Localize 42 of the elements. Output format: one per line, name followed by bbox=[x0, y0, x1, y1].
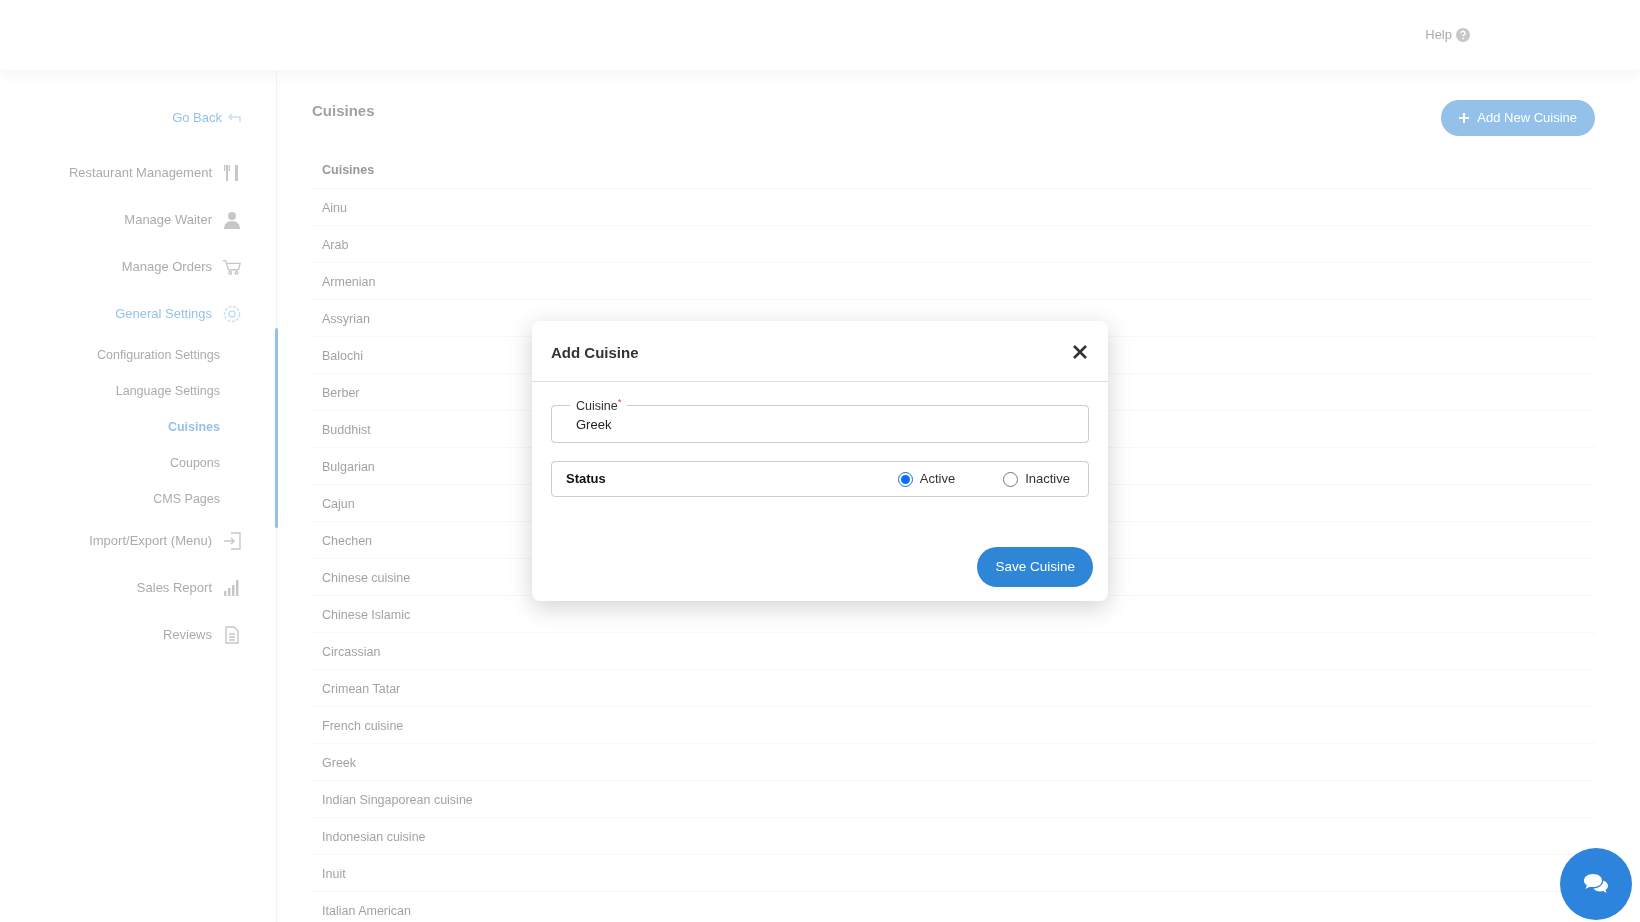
person-icon bbox=[222, 210, 242, 230]
help-link[interactable]: Help bbox=[1425, 25, 1470, 45]
sidebar-subitem[interactable]: Cuisines bbox=[0, 409, 270, 446]
gear-icon bbox=[222, 304, 242, 324]
go-back-link[interactable]: Go Back bbox=[0, 108, 270, 128]
bar-chart-icon bbox=[222, 578, 242, 598]
table-cell: Circassian bbox=[312, 632, 1595, 670]
table-cell: Ainu bbox=[312, 188, 1595, 226]
help-icon bbox=[1456, 28, 1470, 42]
table-cell: Arab bbox=[312, 225, 1595, 263]
add-new-cuisine-button[interactable]: Add New Cuisine bbox=[1441, 100, 1595, 136]
back-arrow-icon bbox=[226, 111, 242, 124]
cart-icon bbox=[222, 257, 242, 277]
plus-icon bbox=[1459, 112, 1470, 123]
sidebar-item[interactable]: Restaurant Management bbox=[0, 149, 270, 197]
modal-title: Add Cuisine bbox=[551, 343, 639, 363]
sign-in-icon bbox=[222, 531, 242, 551]
sidebar-subitem[interactable]: CMS Pages bbox=[0, 481, 270, 518]
table-cell: Armenian bbox=[312, 262, 1595, 300]
sidebar-item[interactable]: General Settings bbox=[0, 290, 270, 338]
table-cell: French cuisine bbox=[312, 706, 1595, 744]
sidebar-item[interactable]: Manage Waiter bbox=[0, 196, 270, 244]
sidebar-item[interactable]: Reviews bbox=[0, 611, 270, 659]
sidebar-subitem[interactable]: Configuration Settings bbox=[0, 337, 270, 374]
save-cuisine-button[interactable]: Save Cuisine bbox=[977, 547, 1093, 588]
table-cell: Crimean Tatar bbox=[312, 669, 1595, 707]
sidebar-subitem[interactable]: Coupons bbox=[0, 445, 270, 482]
sidebar-item[interactable]: Import/Export (Menu) bbox=[0, 517, 270, 565]
sidebar-item[interactable]: Sales Report bbox=[0, 564, 270, 612]
radio-button[interactable] bbox=[897, 471, 913, 487]
radio-button[interactable] bbox=[1003, 471, 1019, 487]
sidebar-subitem[interactable]: Language Settings bbox=[0, 373, 270, 410]
table-cell: Indonesian cuisine bbox=[312, 817, 1595, 855]
document-icon bbox=[222, 625, 242, 645]
column-header: Cuisines bbox=[321, 161, 376, 179]
cuisine-field[interactable]: Cuisine$^{*}$ Greek bbox=[551, 399, 1089, 443]
table-cell: Greek bbox=[312, 743, 1595, 781]
sidebar-item[interactable]: Manage Orders bbox=[0, 243, 270, 291]
scrollbar-thumb[interactable] bbox=[275, 328, 278, 528]
field-label: Cuisine$^{*}$ bbox=[575, 399, 623, 412]
page-title: Cuisines bbox=[312, 101, 375, 121]
table-cell: Indian Singaporean cuisine bbox=[312, 780, 1595, 818]
